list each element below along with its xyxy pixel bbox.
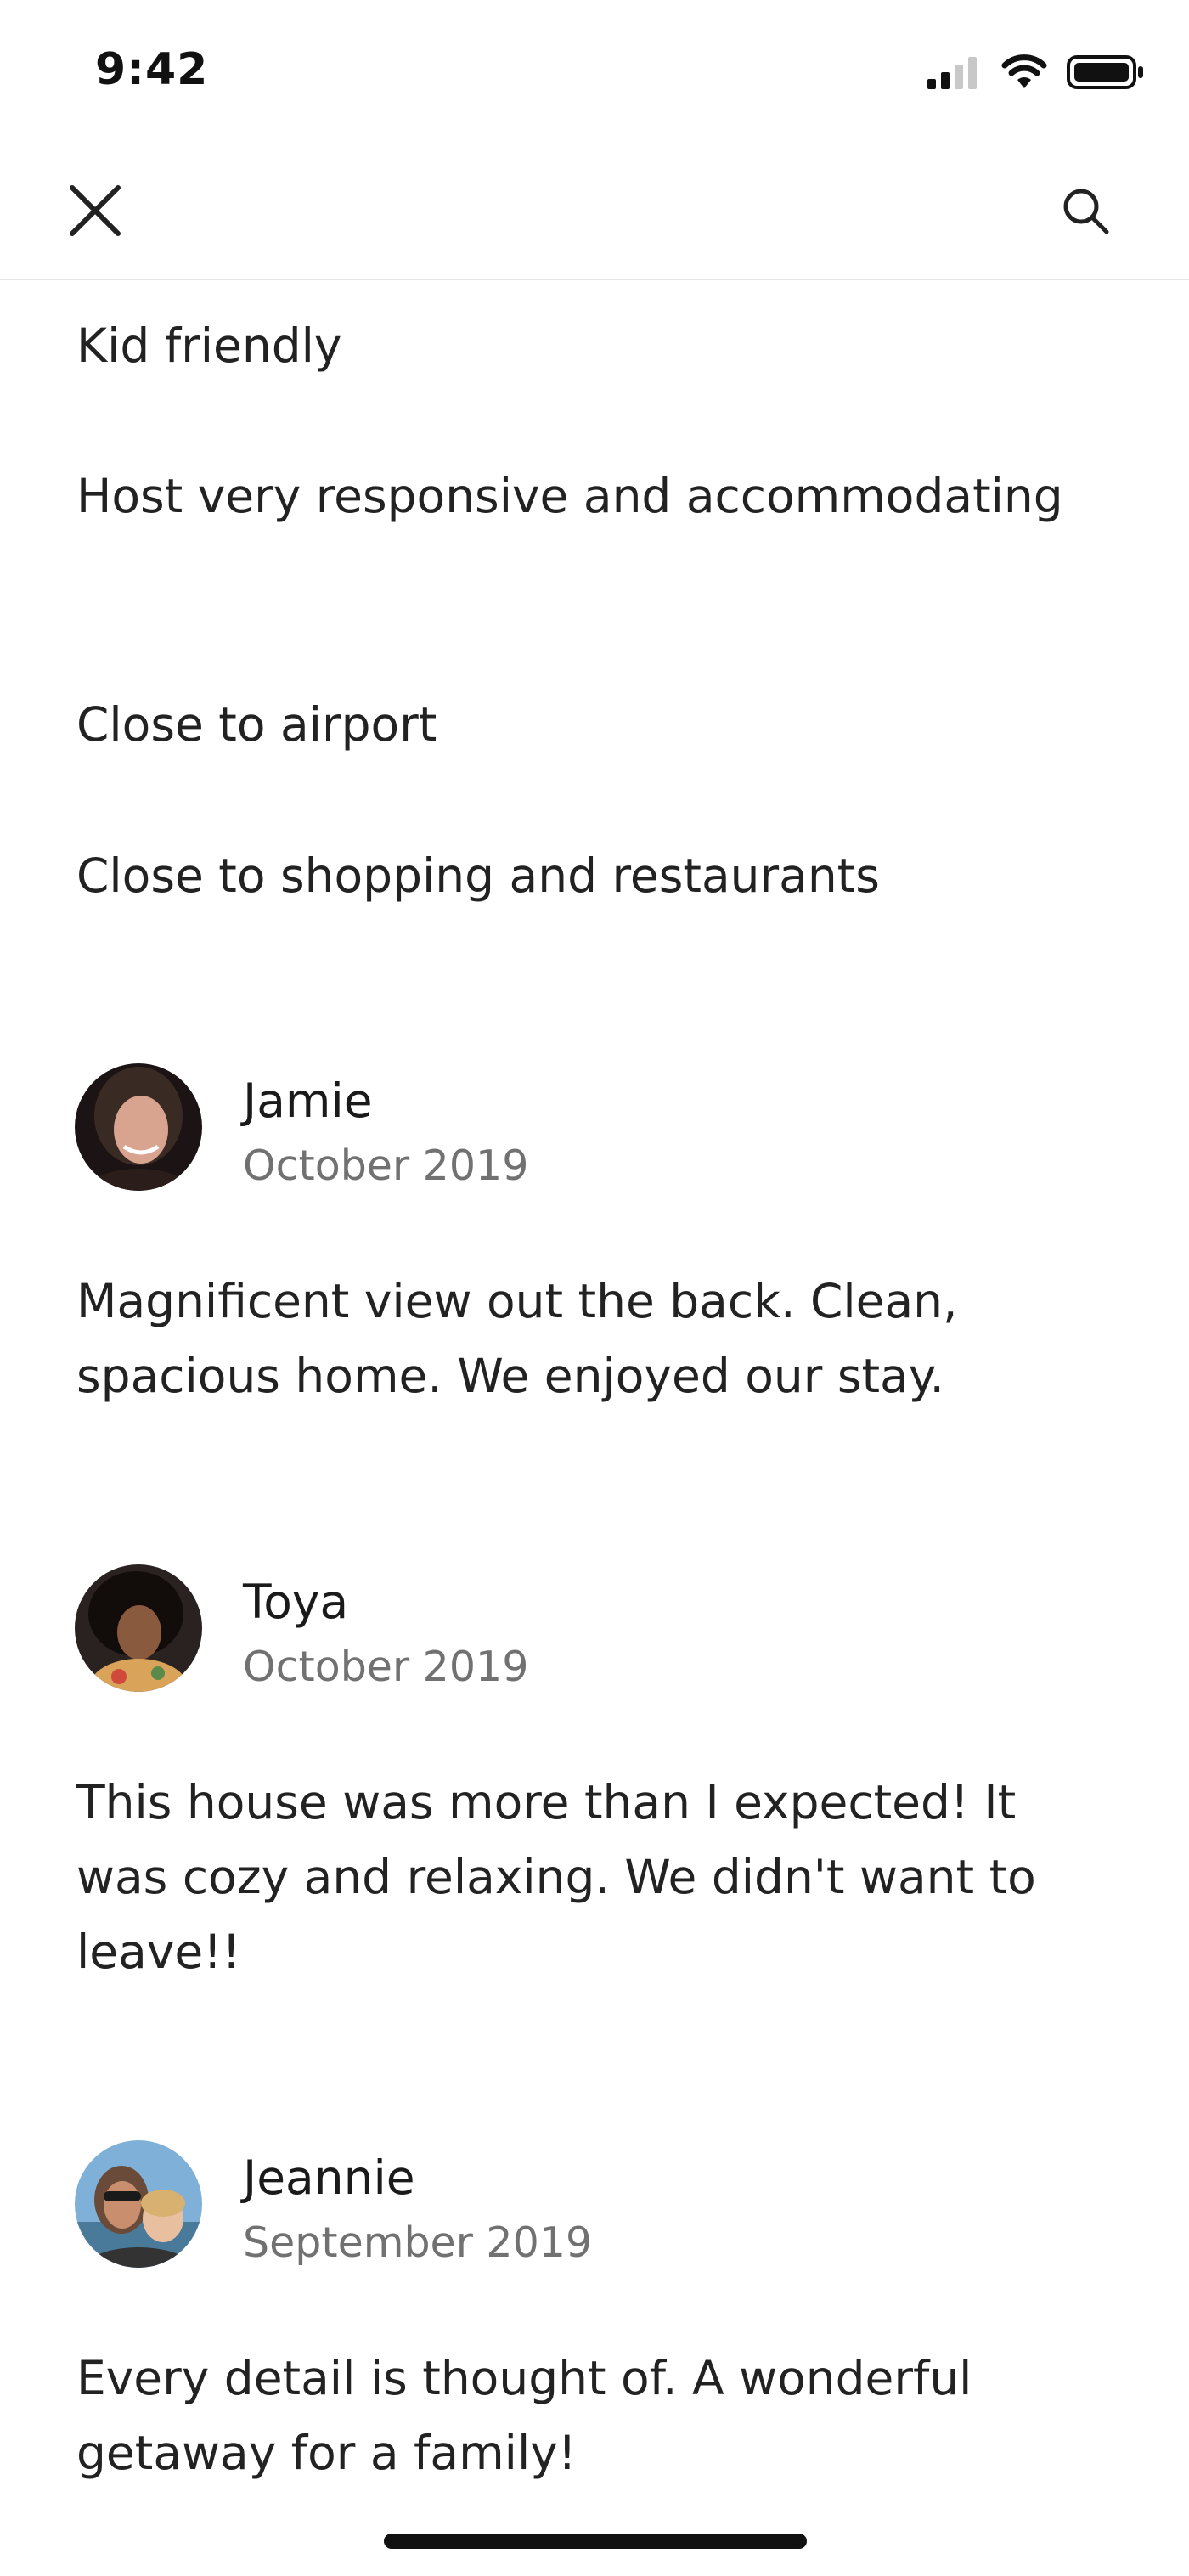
wifi-icon — [1001, 54, 1047, 88]
home-indicator[interactable] — [384, 2534, 807, 2549]
review-header: Jeannie September 2019 — [75, 2140, 1094, 2276]
review-date: October 2019 — [243, 1141, 529, 1190]
reviewer-name: Toya — [243, 1575, 349, 1629]
review-text: Every detail is thought of. A wonderful … — [76, 2351, 972, 2480]
reviewer-name: Jamie — [243, 1074, 373, 1128]
status-icons — [926, 51, 1145, 93]
close-icon — [70, 185, 121, 236]
review-text: This house was more than I expected! It … — [76, 1775, 1036, 1979]
highlight-item: Close to shopping and restaurants — [76, 848, 880, 903]
status-time: 9:42 — [95, 44, 209, 95]
search-button[interactable] — [1050, 175, 1121, 246]
cellular-signal-icon — [927, 57, 977, 89]
reviewer-name: Jeannie — [243, 2150, 415, 2205]
review-date: October 2019 — [243, 1643, 529, 1691]
review-header: Jamie October 2019 — [75, 1063, 1094, 1199]
battery-icon — [1067, 55, 1143, 89]
review-date: September 2019 — [243, 2218, 593, 2267]
status-bar: 9:42 — [0, 0, 1189, 144]
close-button[interactable] — [59, 175, 131, 246]
search-icon — [1063, 189, 1109, 234]
highlight-item: Close to airport — [76, 697, 437, 752]
avatar[interactable] — [75, 1564, 202, 1692]
nav-bar — [0, 144, 1189, 280]
avatar[interactable] — [75, 1063, 202, 1191]
review-header: Toya October 2019 — [75, 1564, 1094, 1700]
highlight-item: Kid friendly — [76, 318, 342, 373]
avatar[interactable] — [75, 2140, 202, 2268]
review-text: Magnificent view out the back. Clean, sp… — [76, 1274, 958, 1403]
highlight-item: Host very responsive and accommodating — [76, 469, 1063, 523]
